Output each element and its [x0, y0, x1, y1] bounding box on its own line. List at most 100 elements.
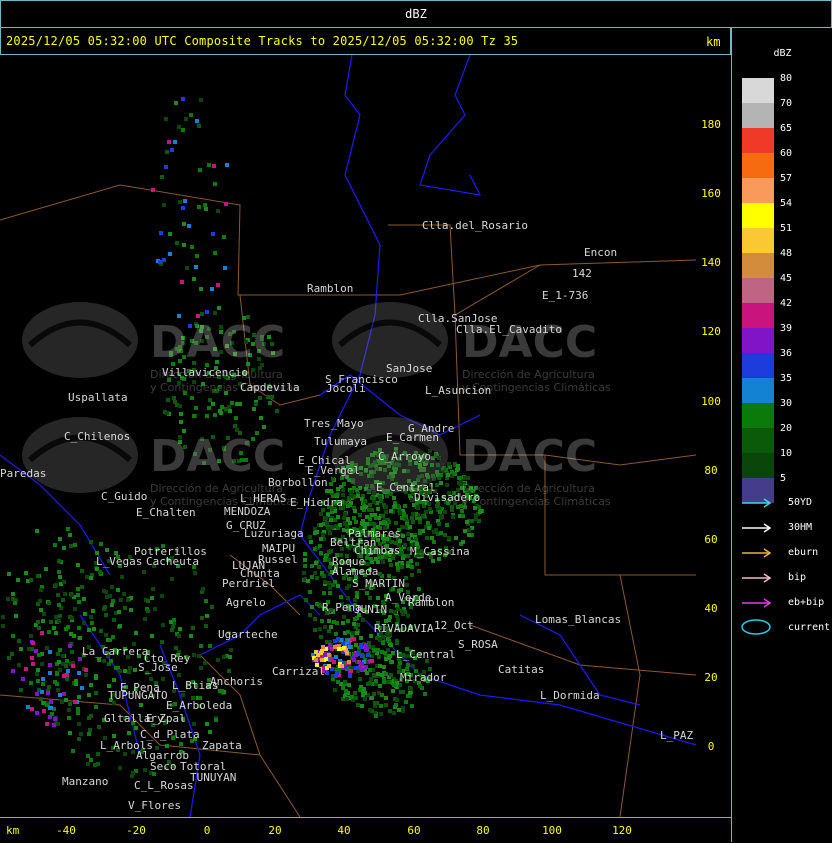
- radar-echo: [358, 677, 362, 681]
- radar-echo: [208, 398, 212, 402]
- radar-echo: [302, 571, 306, 575]
- radar-echo: [410, 704, 414, 708]
- radar-echo: [347, 660, 351, 664]
- radar-echo: [421, 514, 425, 518]
- y-tick-label: 40: [704, 602, 718, 615]
- radar-echo: [42, 612, 46, 616]
- legend-current-label: current: [788, 622, 831, 633]
- legend-swatch: [742, 153, 774, 178]
- radar-echo: [179, 742, 183, 746]
- radar-echo: [58, 537, 62, 541]
- radar-map[interactable]: DACC Dirección de Agricultura y Continge…: [0, 55, 696, 817]
- radar-echo: [382, 520, 386, 524]
- x-tick-label: -20: [126, 824, 146, 837]
- radar-echo: [328, 531, 332, 535]
- radar-echo: [453, 472, 457, 476]
- radar-echo: [348, 674, 352, 678]
- radar-echo: [411, 520, 415, 524]
- radar-echo: [372, 648, 376, 652]
- radar-echo: [229, 648, 233, 652]
- radar-echo: [367, 508, 371, 512]
- place-label: Palmares: [348, 527, 401, 540]
- radar-echo: [346, 518, 350, 522]
- y-tick-label: 180: [701, 118, 721, 131]
- radar-echo: [127, 731, 131, 735]
- legend-swatch: [742, 128, 774, 153]
- radar-echo: [363, 499, 367, 503]
- legend-swatch: [742, 328, 774, 353]
- radar-echo: [7, 656, 11, 660]
- place-label: Zapata: [202, 739, 242, 752]
- radar-echo: [318, 627, 322, 631]
- radar-echo: [389, 643, 393, 647]
- radar-echo: [384, 510, 388, 514]
- radar-echo: [91, 609, 95, 613]
- radar-echo: [197, 654, 201, 658]
- radar-echo: [181, 693, 185, 697]
- radar-echo: [203, 661, 207, 665]
- place-label: Anchoris: [210, 675, 263, 688]
- place-label: Lomas_Blancas: [535, 613, 622, 626]
- radar-echo: [369, 557, 373, 561]
- legend-track-label: eburn: [788, 547, 819, 558]
- radar-echo: [456, 505, 460, 509]
- place-label: Ugarteche: [218, 628, 278, 641]
- y-tick-label: 0: [707, 740, 715, 753]
- place-label: MENDOZA: [224, 505, 271, 518]
- radar-echo: [319, 512, 323, 516]
- radar-echo: [36, 679, 40, 683]
- radar-echo: [355, 631, 359, 635]
- radar-echo: [391, 689, 395, 693]
- radar-echo: [337, 647, 341, 651]
- radar-echo: [68, 702, 72, 706]
- legend-swatch-label: 54: [780, 198, 793, 209]
- radar-echo: [455, 468, 459, 472]
- radar-echo: [29, 634, 33, 638]
- radar-echo: [69, 544, 73, 548]
- radar-echo: [178, 627, 182, 631]
- radar-echo: [443, 533, 447, 537]
- radar-echo: [325, 489, 329, 493]
- radar-echo: [230, 401, 234, 405]
- radar-echo: [24, 571, 28, 575]
- watermark-tagline-1: Dirección de Agricultura: [462, 368, 595, 381]
- radar-echo: [376, 507, 380, 511]
- radar-echo: [200, 616, 204, 620]
- radar-echo: [171, 625, 175, 629]
- radar-echo: [450, 505, 454, 509]
- radar-echo: [324, 516, 328, 520]
- radar-echo: [426, 521, 430, 525]
- radar-echo: [317, 565, 321, 569]
- radar-echo: [387, 520, 391, 524]
- legend-swatch-label: 20: [780, 423, 793, 434]
- radar-echo: [56, 652, 60, 656]
- radar-echo: [86, 754, 90, 758]
- radar-echo: [355, 591, 359, 595]
- place-label: La_Carrera: [82, 645, 149, 658]
- radar-echo: [89, 615, 93, 619]
- radar-echo: [116, 588, 120, 592]
- radar-echo: [401, 709, 405, 713]
- radar-echo: [150, 596, 154, 600]
- radar-echo: [431, 559, 435, 563]
- radar-echo: [308, 535, 312, 539]
- radar-echo: [87, 716, 91, 720]
- radar-echo: [174, 101, 178, 105]
- legend-swatch: [742, 428, 774, 453]
- radar-echo: [339, 595, 343, 599]
- radar-echo: [335, 671, 339, 675]
- radar-echo: [416, 506, 420, 510]
- radar-echo: [167, 140, 171, 144]
- radar-echo: [160, 594, 164, 598]
- radar-echo: [190, 245, 194, 249]
- radar-echo: [108, 638, 112, 642]
- radar-echo: [87, 693, 91, 697]
- radar-echo: [360, 704, 364, 708]
- radar-echo: [378, 684, 382, 688]
- radar-echo: [352, 622, 356, 626]
- y-tick-label: 80: [704, 464, 718, 477]
- radar-echo: [368, 503, 372, 507]
- radar-echo: [368, 668, 372, 672]
- radar-echo: [223, 266, 227, 270]
- radar-echo: [467, 533, 471, 537]
